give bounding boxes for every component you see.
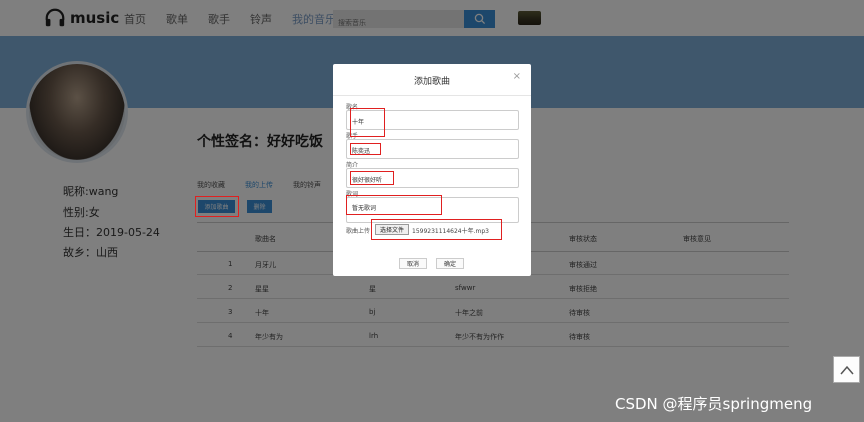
annotation-box <box>350 171 394 185</box>
annotation-box <box>350 143 381 155</box>
close-icon[interactable]: × <box>513 71 521 82</box>
annotation-box <box>350 108 385 137</box>
upload-label: 歌曲上传 <box>346 228 371 235</box>
dialog-title: 添加歌曲 <box>413 77 450 87</box>
back-to-top-button[interactable] <box>833 356 860 383</box>
annotation-box <box>346 195 442 215</box>
dialog-divider <box>333 95 531 96</box>
annotation-box <box>195 196 239 217</box>
confirm-button[interactable]: 确定 <box>436 258 464 269</box>
cancel-button[interactable]: 取消 <box>399 258 427 269</box>
chevron-up-icon <box>839 365 854 374</box>
watermark: CSDN @程序员springmeng <box>615 395 813 413</box>
add-song-dialog: 添加歌曲 × 歌名 十年 歌手 陈奕迅 简介 很好很好听 歌词 暂无歌词 歌曲上… <box>333 64 531 276</box>
annotation-box <box>371 219 502 240</box>
